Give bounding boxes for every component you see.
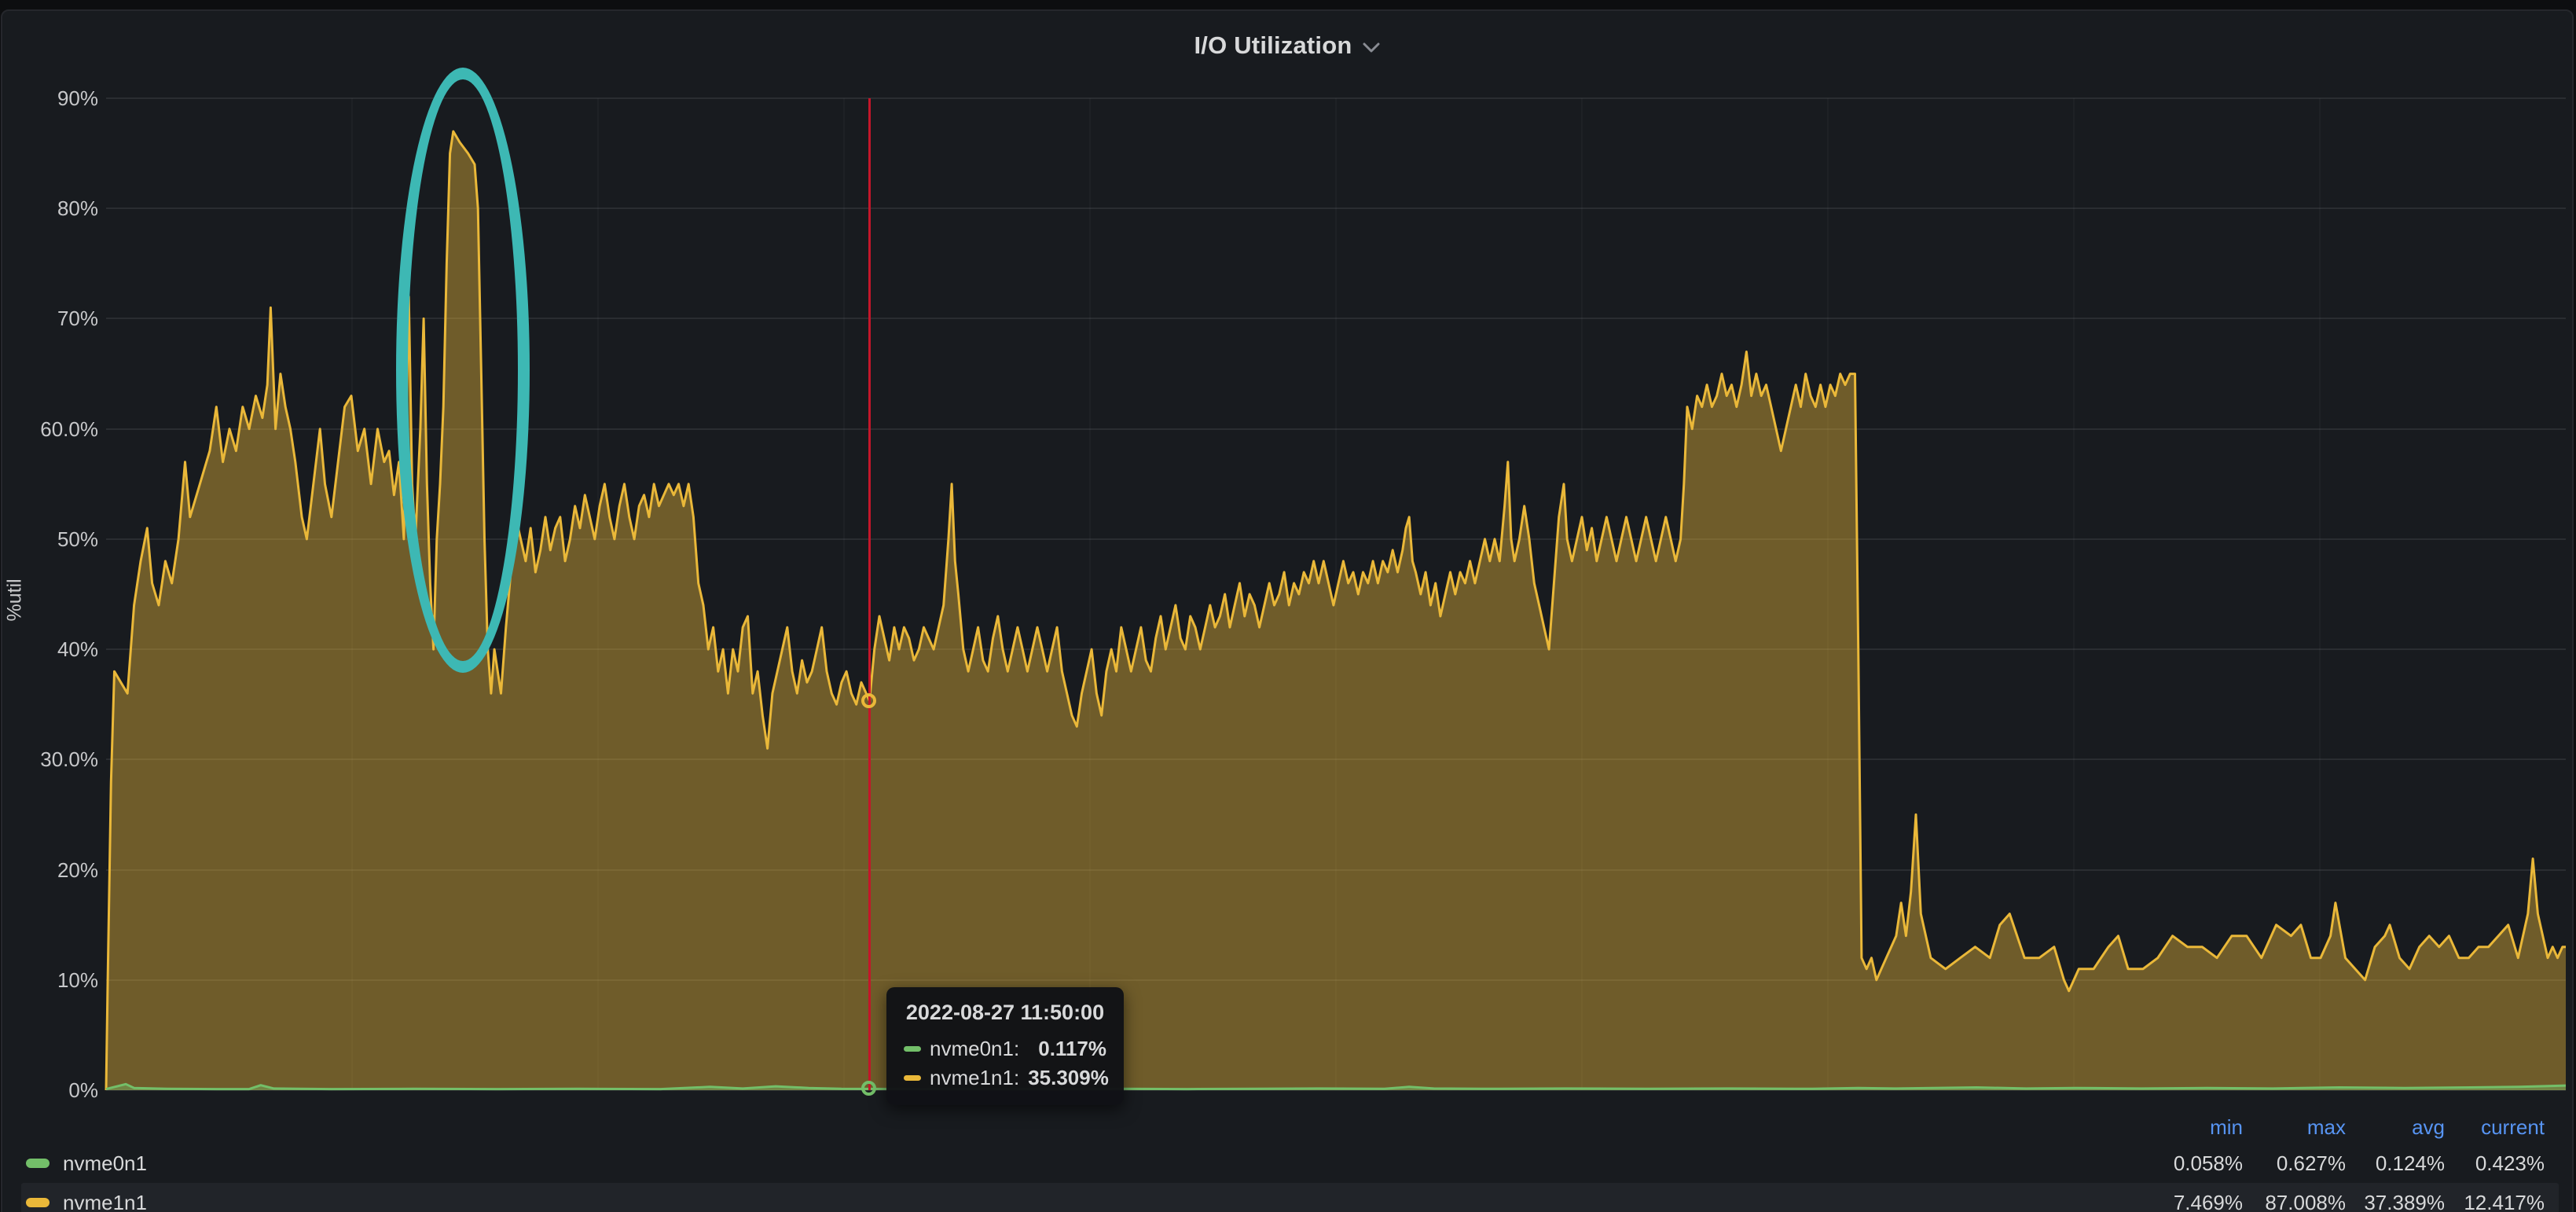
legend-row-nvme0n1[interactable]: nvme0n1 0.058% 0.627% 0.124% 0.423% bbox=[2, 1144, 2572, 1183]
legend-swatch-nvme0n1 bbox=[26, 1159, 50, 1168]
tooltip: 2022-08-27 11:50:00 nvme0n1: 0.117% nvme… bbox=[886, 987, 1124, 1105]
legend-swatch-nvme1n1 bbox=[26, 1198, 50, 1207]
tooltip-row: nvme0n1: 0.117% bbox=[904, 1034, 1106, 1063]
tooltip-row: nvme1n1: 35.309% bbox=[904, 1063, 1106, 1093]
y-axis-tick-label: 80% bbox=[2, 196, 98, 221]
series-swatch-nvme1n1 bbox=[904, 1075, 921, 1081]
series-swatch-nvme0n1 bbox=[904, 1046, 921, 1052]
io-utilization-panel: I/O Utilization %util 90% 80% 70% 60.0% 50% 4… bbox=[1, 9, 2574, 1212]
tooltip-series-label: nvme0n1: bbox=[930, 1037, 1019, 1061]
legend-stat-current: 0.423% bbox=[2475, 1144, 2545, 1183]
legend-header-current[interactable]: current bbox=[2481, 1111, 2545, 1143]
panel-header[interactable]: I/O Utilization bbox=[2, 31, 2572, 60]
legend-series-name[interactable]: nvme1n1 bbox=[63, 1183, 147, 1212]
hover-point-nvme1n1 bbox=[861, 693, 876, 708]
legend-series-name[interactable]: nvme0n1 bbox=[63, 1144, 147, 1183]
legend-stat-current: 12.417% bbox=[2464, 1183, 2545, 1212]
annotation-ellipse bbox=[396, 68, 530, 673]
legend-header-max[interactable]: max bbox=[2307, 1111, 2346, 1143]
legend-header-avg[interactable]: avg bbox=[2412, 1111, 2445, 1143]
legend-header-row: min max avg current bbox=[2, 1111, 2572, 1143]
grafana-page: I/O Utilization %util 90% 80% 70% 60.0% 50% 4… bbox=[0, 0, 2576, 1212]
tooltip-timestamp: 2022-08-27 11:50:00 bbox=[904, 1001, 1106, 1025]
legend-row-nvme1n1[interactable]: nvme1n1 7.469% 87.008% 37.389% 12.417% bbox=[2, 1183, 2572, 1212]
tooltip-series-value: 35.309% bbox=[1028, 1066, 1109, 1090]
legend-stat-max: 0.627% bbox=[2277, 1144, 2346, 1183]
y-axis-tick-label: 10% bbox=[2, 968, 98, 993]
y-axis-tick-label: 0% bbox=[2, 1078, 98, 1103]
crosshair-line bbox=[868, 98, 871, 1090]
y-axis-tick-label: 30.0% bbox=[2, 747, 98, 772]
legend-stat-min: 7.469% bbox=[2174, 1183, 2243, 1212]
tooltip-series-label: nvme1n1: bbox=[930, 1066, 1019, 1090]
y-axis-tick-label: 50% bbox=[2, 527, 98, 552]
y-axis-tick-label: 70% bbox=[2, 306, 98, 331]
hover-point-nvme0n1 bbox=[861, 1081, 876, 1096]
y-axis-tick-label: 60.0% bbox=[2, 417, 98, 442]
y-axis-title: %util bbox=[4, 590, 27, 622]
chevron-down-icon[interactable] bbox=[1362, 42, 1381, 53]
y-axis-tick-label: 90% bbox=[2, 86, 98, 111]
legend-stat-avg: 0.124% bbox=[2376, 1144, 2445, 1183]
legend-stat-min: 0.058% bbox=[2174, 1144, 2243, 1183]
legend-stat-avg: 37.389% bbox=[2364, 1183, 2445, 1212]
legend-header-min[interactable]: min bbox=[2210, 1111, 2243, 1143]
panel-title[interactable]: I/O Utilization bbox=[1194, 31, 1352, 60]
legend-stat-max: 87.008% bbox=[2265, 1183, 2346, 1212]
y-axis-tick-label: 20% bbox=[2, 858, 98, 883]
y-axis-tick-label: 40% bbox=[2, 637, 98, 662]
tooltip-series-value: 0.117% bbox=[1038, 1037, 1106, 1061]
